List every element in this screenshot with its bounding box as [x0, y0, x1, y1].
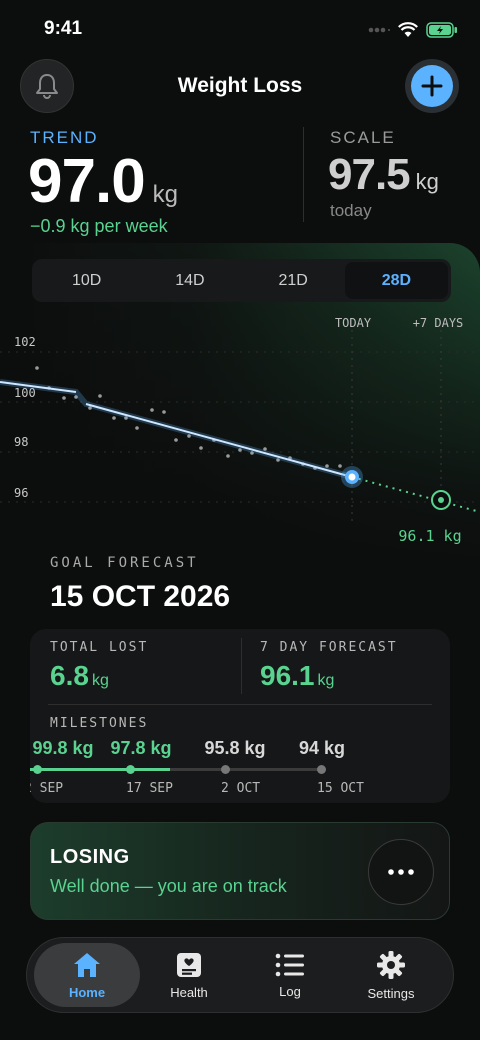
stats-divider: [241, 638, 242, 694]
total-lost-unit: kg: [91, 672, 109, 689]
trend-value: 97.0: [28, 147, 146, 216]
milestone-progress: [30, 768, 170, 771]
more-icon: [388, 869, 414, 875]
goal-forecast-label: GOAL FORECAST: [50, 555, 199, 571]
list-icon: [275, 953, 304, 976]
chart-grid: [0, 330, 480, 525]
trend-line: [0, 381, 353, 478]
milestone-date-4: 15 OCT: [317, 781, 364, 796]
today-label: TODAY: [335, 316, 372, 330]
milestone-weight-1: 99.8 kg: [32, 738, 94, 758]
trend-label: TREND: [30, 128, 99, 147]
forecast-line: [351, 476, 480, 513]
forecast-label: 7 DAY FORECAST: [260, 640, 398, 655]
total-lost-label: TOTAL LOST: [50, 640, 149, 655]
tab-home-label: Home: [68, 984, 106, 1000]
milestone-weight-2: 97.8 kg: [110, 738, 172, 758]
milestone-dot-1: [33, 765, 42, 774]
forecast-marker: [431, 490, 451, 510]
status-icons: [368, 20, 458, 40]
period-tab-10d[interactable]: 10D: [35, 262, 138, 299]
trend-unit: kg: [152, 181, 179, 208]
tab-settings-label: Settings: [367, 985, 415, 1001]
weight-chart: 102 100 98 96 TODAY +7 DAYS 96.1 kg: [0, 316, 480, 545]
y-tick-96: 96: [14, 486, 28, 500]
period-tab-28d[interactable]: 28D: [344, 262, 448, 299]
milestone-date-2: 17 SEP: [126, 781, 173, 796]
forecast-unit: kg: [317, 672, 335, 689]
milestones-label: MILESTONES: [50, 716, 149, 731]
trend-rate: −0.9 kg per week: [30, 216, 168, 236]
header-divider: [303, 127, 304, 222]
period-tab-21d[interactable]: 21D: [242, 262, 345, 299]
home-icon: [74, 952, 100, 977]
tab-settings[interactable]: Settings: [338, 943, 444, 1007]
scale-label: SCALE: [330, 128, 396, 147]
trend-value-row: 97.0 kg: [28, 146, 178, 217]
forecast-value-label: 96.1 kg: [398, 527, 461, 545]
weight-readings: [35, 366, 342, 470]
future-label: +7 DAYS: [413, 316, 464, 330]
tab-health-label: Health: [170, 984, 208, 1000]
scale-value-row: 97.5 kg: [328, 150, 439, 200]
tab-log[interactable]: Log: [237, 943, 343, 1007]
forecast-row: 96.1 kg: [260, 660, 334, 692]
scale-unit: kg: [415, 169, 439, 194]
goal-forecast-date: 15 OCT 2026: [50, 580, 231, 613]
tab-home[interactable]: Home: [34, 943, 140, 1007]
y-tick-98: 98: [14, 435, 28, 449]
milestone-dot-2: [126, 765, 135, 774]
milestone-date-1: 2 SEP: [30, 781, 64, 796]
stats-divider-h: [48, 704, 432, 705]
scale-value: 97.5: [328, 150, 411, 199]
milestone-dot-4: [317, 765, 326, 774]
wifi-icon: [398, 22, 418, 37]
y-tick-102: 102: [14, 335, 36, 349]
tab-health[interactable]: Health: [136, 943, 242, 1007]
status-subtitle: Well done — you are on track: [50, 876, 287, 896]
forecast-value: 96.1: [260, 660, 315, 691]
period-tab-14d[interactable]: 14D: [138, 262, 241, 299]
tab-log-label: Log: [279, 983, 301, 999]
more-button[interactable]: [368, 839, 434, 905]
status-time: 9:41: [44, 18, 83, 39]
milestones-strip: 99.8 kg 97.8 kg 95.8 kg 94 kg 2 SEP 17 S…: [30, 736, 450, 800]
period-selector: 10D 14D 21D 28D: [32, 259, 451, 302]
health-icon: [177, 952, 201, 977]
gear-icon: [377, 950, 405, 979]
scale-sub: today: [330, 201, 372, 220]
battery-icon: [426, 22, 457, 38]
total-lost-value: 6.8: [50, 660, 89, 691]
today-marker: [341, 466, 363, 488]
signal-icon: [368, 27, 390, 33]
milestone-dot-3: [221, 765, 230, 774]
status-title: LOSING: [50, 846, 130, 868]
milestone-weight-4: 94 kg: [298, 738, 346, 758]
milestone-weight-3: 95.8 kg: [204, 738, 266, 758]
total-lost-row: 6.8 kg: [50, 660, 109, 692]
add-entry-button[interactable]: [405, 59, 459, 113]
plus-icon: [421, 75, 443, 97]
milestone-date-3: 2 OCT: [221, 781, 261, 796]
